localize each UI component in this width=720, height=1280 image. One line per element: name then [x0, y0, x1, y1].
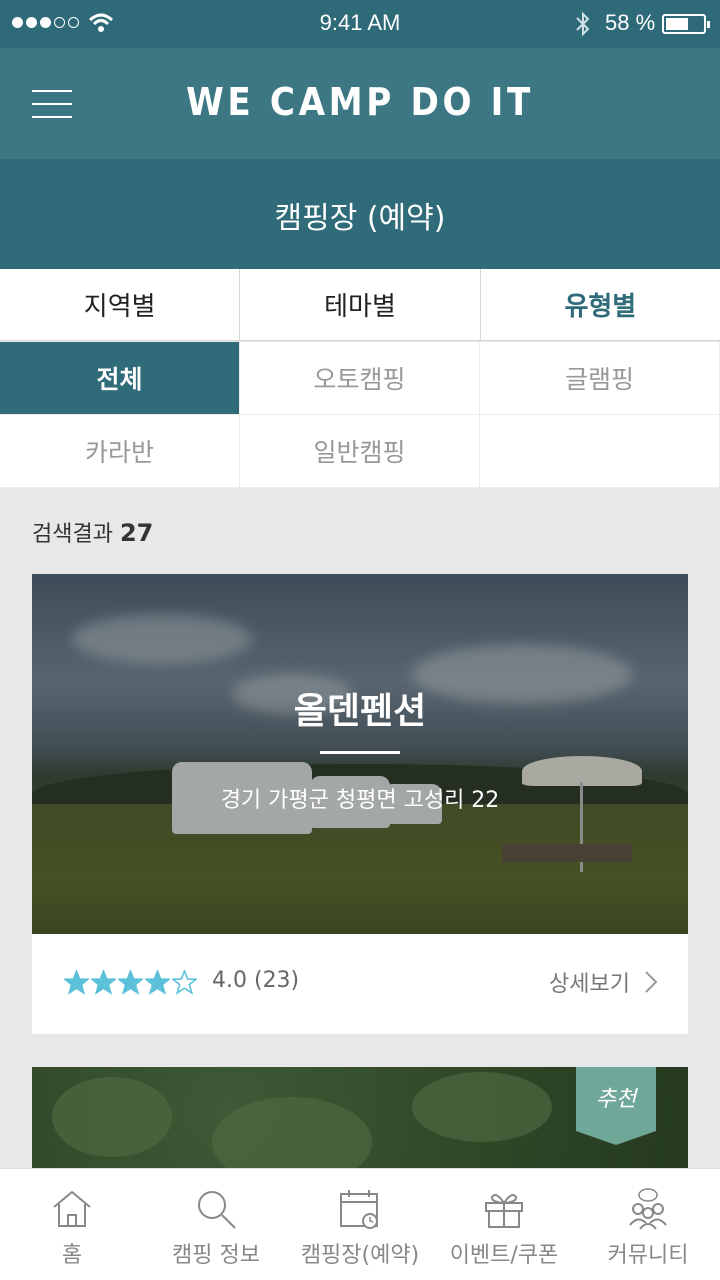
filter-auto-camping[interactable]: 오토캠핑: [240, 342, 480, 415]
filter-caravan[interactable]: 카라반: [0, 415, 240, 488]
card-footer: 4.0 (23) 상세보기: [32, 934, 688, 1034]
search-icon: [198, 1191, 236, 1229]
star-filled-icon: [118, 970, 143, 995]
tab-theme[interactable]: 테마별: [240, 269, 481, 340]
status-bar: 9:41 AM 58 %: [0, 0, 720, 48]
filter-empty-cell: [480, 415, 720, 488]
nav-community[interactable]: 커뮤니티: [576, 1169, 720, 1280]
nav-events-coupons-label: 이벤트/쿠폰: [449, 1243, 559, 1268]
home-icon: [53, 1190, 91, 1227]
title-divider: [320, 751, 400, 754]
star-rating: [64, 970, 197, 995]
star-filled-icon: [145, 970, 170, 995]
app-header: WE CAMP DO IT: [0, 48, 720, 159]
community-icon: [629, 1188, 667, 1230]
star-filled-icon: [91, 970, 116, 995]
app-title: WE CAMP DO IT: [186, 80, 534, 124]
nav-camping-info[interactable]: 캠핑 정보: [144, 1169, 288, 1280]
battery-icon: [662, 14, 710, 34]
nav-campsite-reservation[interactable]: 캠핑장(예약): [288, 1169, 432, 1280]
battery-percent: 58 %: [605, 10, 656, 35]
category-tabs: 지역별 테마별 유형별: [0, 269, 720, 341]
campsite-card-2[interactable]: 추천: [32, 1067, 688, 1177]
campsite-photo: 올덴펜션 경기 가평군 청평면 고성리 22: [32, 574, 688, 934]
nav-home[interactable]: 홈: [0, 1169, 144, 1280]
tab-type[interactable]: 유형별: [481, 269, 720, 340]
campsite-card[interactable]: 올덴펜션 경기 가평군 청평면 고성리 22 4.0 (23) 상세보기: [32, 574, 688, 1034]
campsite-name: 올덴펜션: [293, 691, 427, 732]
detail-label: 상세보기: [549, 972, 630, 997]
calendar-icon: [340, 1190, 378, 1229]
recommend-badge: 추천: [576, 1067, 656, 1145]
campsite-address: 경기 가평군 청평면 고성리 22: [220, 788, 500, 813]
rating-text: 4.0 (23): [212, 968, 300, 993]
type-filter-grid: 전체 오토캠핑 글램핑 카라반 일반캠핑: [0, 342, 720, 488]
page-title-band: 캠핑장 (예약): [0, 159, 720, 269]
result-count-label: 검색결과: [32, 522, 113, 547]
detail-button[interactable]: 상세보기: [549, 966, 658, 998]
filter-all[interactable]: 전체: [0, 342, 240, 415]
nav-home-label: 홈: [61, 1243, 83, 1268]
recommend-label: 추천: [595, 1087, 637, 1112]
tab-region[interactable]: 지역별: [0, 269, 241, 340]
nav-camping-info-label: 캠핑 정보: [172, 1243, 260, 1268]
result-count: 검색결과 27: [32, 516, 153, 548]
bottom-nav: 홈 캠핑 정보 캠핑장(예약) 이벤트/쿠폰 커뮤니티: [0, 1168, 720, 1280]
filter-general-camping[interactable]: 일반캠핑: [240, 415, 480, 488]
star-empty-icon: [172, 970, 197, 995]
star-filled-icon: [64, 970, 89, 995]
bluetooth-icon: [576, 11, 590, 37]
result-count-value: 27: [119, 519, 154, 547]
nav-campsite-reservation-label: 캠핑장(예약): [300, 1243, 420, 1268]
gift-icon: [485, 1194, 523, 1228]
chevron-right-icon: [645, 971, 658, 993]
page-title: 캠핑장 (예약): [274, 201, 446, 236]
nav-events-coupons[interactable]: 이벤트/쿠폰: [432, 1169, 576, 1280]
nav-community-label: 커뮤니티: [607, 1243, 689, 1268]
filter-glamping[interactable]: 글램핑: [480, 342, 720, 415]
